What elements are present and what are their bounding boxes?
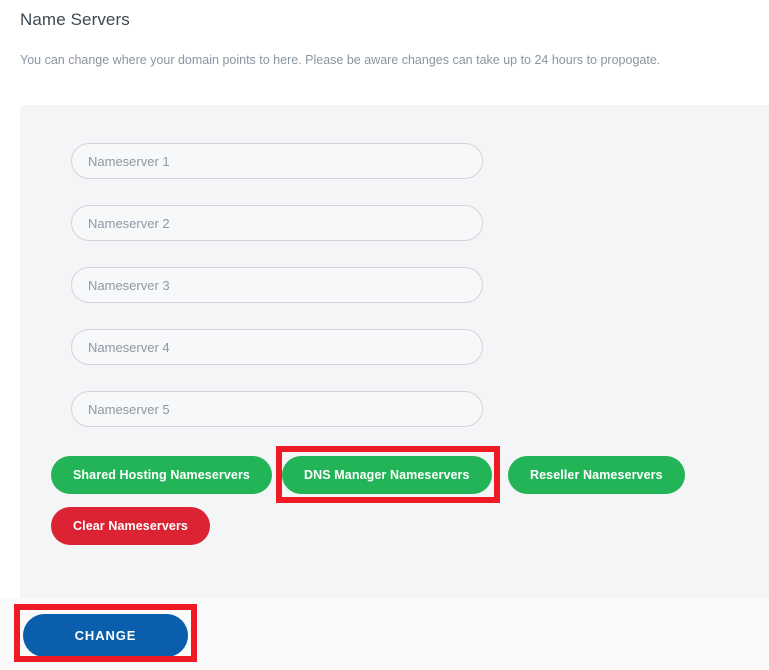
nameserver-5-input[interactable] [71,391,483,427]
page-title: Name Servers [20,10,130,29]
reseller-nameservers-button[interactable]: Reseller Nameservers [508,456,685,494]
nameservers-panel: Shared Hosting Nameservers DNS Manager N… [20,105,769,598]
shared-hosting-nameservers-button[interactable]: Shared Hosting Nameservers [51,456,272,494]
nameserver-2-input[interactable] [71,205,483,241]
nameserver-1-input[interactable] [71,143,483,179]
clear-nameservers-button[interactable]: Clear Nameservers [51,507,210,545]
nameserver-3-input[interactable] [71,267,483,303]
page-description: You can change where your domain points … [20,53,661,67]
page-header: Name Servers You can change where your d… [0,0,769,105]
dns-manager-nameservers-button[interactable]: DNS Manager Nameservers [282,456,492,494]
nameserver-4-input[interactable] [71,329,483,365]
change-button[interactable]: CHANGE [23,614,188,657]
